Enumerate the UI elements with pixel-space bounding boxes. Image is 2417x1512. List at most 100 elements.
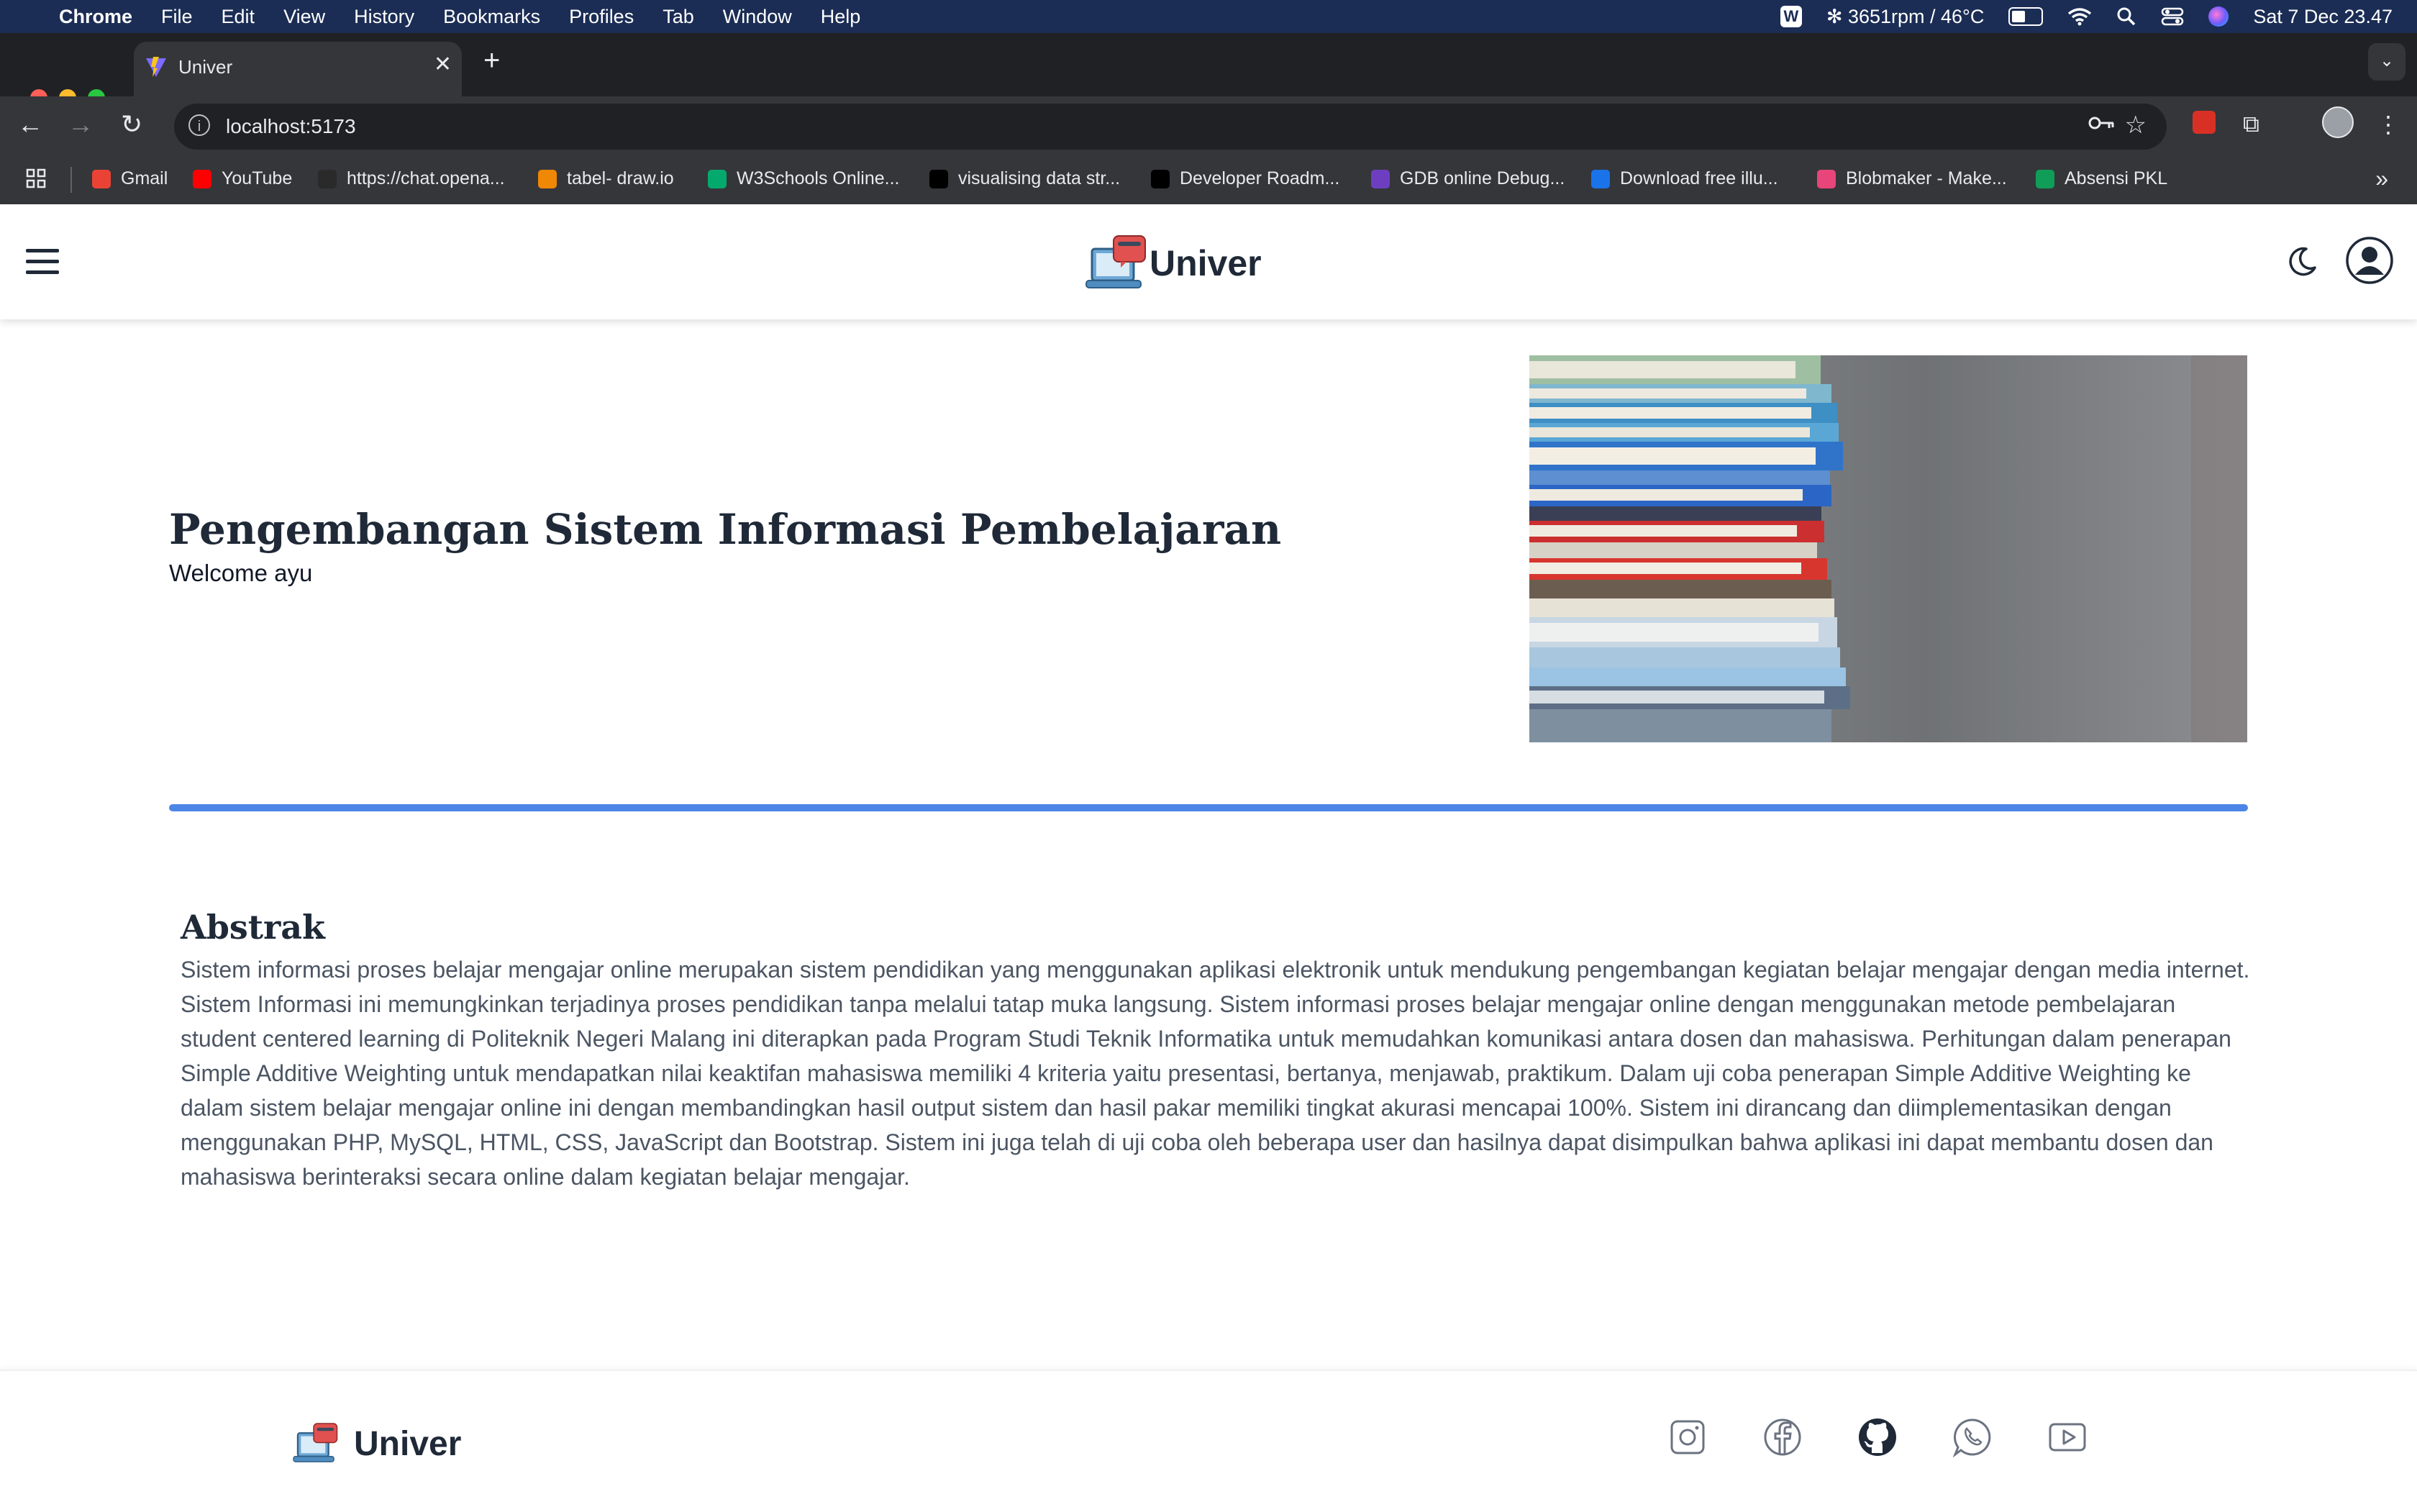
bookmark-item[interactable]: Gmail <box>92 168 168 189</box>
bookmark-star-icon[interactable]: ☆ <box>2125 111 2147 140</box>
bookmark-label: visualising data str... <box>958 168 1121 188</box>
bookmark-label: Download free illu... <box>1620 168 1778 188</box>
extension-red-icon[interactable] <box>2193 111 2216 140</box>
menu-tab[interactable]: Tab <box>663 6 694 28</box>
fan-status-text: 3651rpm / 46°C <box>1847 5 1985 27</box>
browser-tab-active[interactable]: Univer ✕ <box>134 42 462 96</box>
gdb-icon <box>1371 169 1390 188</box>
footer-brand[interactable]: Univer <box>292 1421 461 1466</box>
bookmark-label: W3Schools Online... <box>737 168 900 188</box>
abstract-title: Abstrak <box>181 908 325 947</box>
profile-avatar[interactable] <box>2322 106 2354 144</box>
menu-view[interactable]: View <box>283 6 325 28</box>
user-account-icon[interactable] <box>2345 236 2394 285</box>
vite-favicon-icon <box>146 57 166 77</box>
whatsapp-icon[interactable] <box>1951 1416 1994 1459</box>
welcome-text: Welcome ayu <box>169 560 313 586</box>
address-bar[interactable]: i localhost:5173 ☆ <box>174 104 2167 150</box>
bookmark-item[interactable]: GDB online Debug... <box>1371 168 1565 189</box>
site-footer: Univer <box>0 1370 2417 1512</box>
dark-mode-moon-icon[interactable] <box>2285 245 2319 279</box>
chrome-menu-kebab-icon[interactable]: ⋮ <box>2377 111 2400 138</box>
wifi-icon[interactable] <box>2067 7 2092 26</box>
site-header: Univer <box>0 204 2417 319</box>
browser-toolbar: ← → ↻ i localhost:5173 ☆ ⧉ ⋮ <box>0 96 2417 157</box>
facebook-icon[interactable] <box>1761 1416 1804 1459</box>
back-arrow-icon[interactable]: ← <box>17 109 43 140</box>
tab-close-icon[interactable]: ✕ <box>434 52 452 77</box>
macos-menu-bar: Chrome File Edit View History Bookmarks … <box>0 0 2417 33</box>
openai-icon <box>318 169 337 188</box>
extensions-puzzle-icon[interactable]: ⧉ <box>2243 111 2259 138</box>
bookmark-item[interactable]: Blobmaker - Make... <box>1817 168 2007 189</box>
tab-title: Univer <box>178 56 233 78</box>
visualgo-icon <box>929 169 948 188</box>
bookmarks-bar: Gmail YouTube https://chat.opena... tabel- … <box>0 157 2417 205</box>
header-brand[interactable]: Univer <box>1085 233 1262 293</box>
footer-laptop-logo-icon <box>293 1423 338 1462</box>
menu-profiles[interactable]: Profiles <box>569 6 634 28</box>
bookmark-label: Gmail <box>121 168 168 188</box>
bookmark-label: Blobmaker - Make... <box>1846 168 2007 188</box>
bookmark-label: Developer Roadm... <box>1180 168 1340 188</box>
menu-datetime[interactable]: Sat 7 Dec 23.47 <box>2253 6 2393 28</box>
hamburger-menu-icon[interactable] <box>26 249 59 281</box>
hero-title: Pengembangan Sistem Informasi Pembelajar… <box>169 505 1282 554</box>
forward-arrow-icon[interactable]: → <box>68 109 94 140</box>
bookmark-item[interactable]: visualising data str... <box>929 168 1120 189</box>
bookmark-label: tabel- draw.io <box>567 168 674 188</box>
apps-grid-icon[interactable] <box>26 168 46 188</box>
control-center-icon[interactable] <box>2161 6 2184 27</box>
bookmark-item[interactable]: Developer Roadm... <box>1151 168 1339 189</box>
bookmark-item[interactable]: Download free illu... <box>1591 168 1778 189</box>
bookmark-item[interactable]: Absensi PKL <box>2036 168 2167 189</box>
laptop-logo-icon <box>1085 235 1146 288</box>
youtube-icon[interactable] <box>2046 1416 2089 1459</box>
header-brand-name: Univer <box>1150 243 1262 283</box>
bookmark-label: Absensi PKL <box>2065 168 2168 188</box>
instagram-icon[interactable] <box>1666 1416 1709 1459</box>
menu-bookmarks[interactable]: Bookmarks <box>443 6 540 28</box>
bookmark-label: GDB online Debug... <box>1400 168 1565 188</box>
tab-search-chevron-icon[interactable]: ⌄ <box>2368 43 2405 81</box>
site-info-icon[interactable]: i <box>188 114 210 136</box>
github-icon[interactable] <box>1856 1416 1899 1459</box>
bookmark-item[interactable]: tabel- draw.io <box>538 168 674 189</box>
abstract-text: Sistem informasi proses belajar mengajar… <box>181 957 2250 1190</box>
blobmaker-icon <box>1817 169 1836 188</box>
roadmap-icon <box>1151 169 1170 188</box>
battery-icon[interactable] <box>2008 7 2044 26</box>
bookmark-label: https://chat.opena... <box>347 168 505 188</box>
hero-books-image <box>1529 355 2247 742</box>
new-tab-button[interactable]: + <box>483 45 500 77</box>
menu-file[interactable]: File <box>161 6 193 28</box>
menu-app-name[interactable]: Chrome <box>59 6 132 28</box>
drawio-icon <box>538 169 557 188</box>
menu-help[interactable]: Help <box>821 6 861 28</box>
bookmark-label: YouTube <box>222 168 293 188</box>
w-app-icon[interactable]: W <box>1780 6 1802 27</box>
bookmarks-separator <box>70 167 72 193</box>
sheets-icon <box>2036 169 2054 188</box>
illustration-icon <box>1591 169 1610 188</box>
bookmark-item[interactable]: W3Schools Online... <box>708 168 900 189</box>
spotlight-search-icon[interactable] <box>2116 6 2136 27</box>
menu-edit[interactable]: Edit <box>222 6 255 28</box>
reload-icon[interactable]: ↻ <box>121 109 142 140</box>
youtube-icon <box>193 169 211 188</box>
fan-icon: ✻ <box>1826 5 1848 27</box>
footer-brand-name: Univer <box>354 1424 462 1463</box>
fan-status[interactable]: ✻ 3651rpm / 46°C <box>1826 6 1985 28</box>
web-page: Univer Pengembangan Sistem Informasi Pem… <box>0 204 2417 1512</box>
menu-window[interactable]: Window <box>723 6 792 28</box>
bookmark-item[interactable]: https://chat.opena... <box>318 168 505 189</box>
password-key-icon[interactable] <box>2088 112 2116 134</box>
section-divider <box>169 804 2248 811</box>
bookmark-item[interactable]: YouTube <box>193 168 292 189</box>
address-bar-url[interactable]: localhost:5173 <box>226 115 356 138</box>
bookmarks-overflow-icon[interactable]: » <box>2375 165 2388 192</box>
gmail-icon <box>92 169 111 188</box>
w3schools-icon <box>708 169 727 188</box>
menu-history[interactable]: History <box>354 6 414 28</box>
siri-icon[interactable] <box>2208 6 2229 27</box>
